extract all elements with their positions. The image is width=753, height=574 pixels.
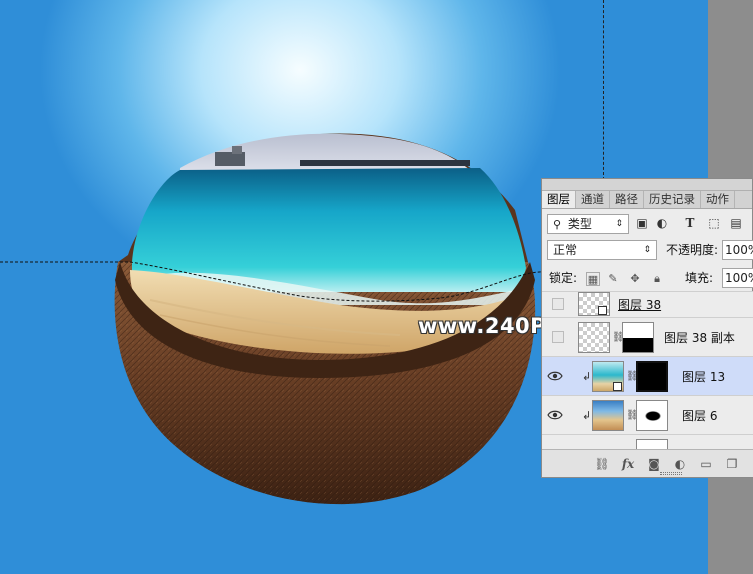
mask-link-icon[interactable]: ⛓ xyxy=(612,331,625,345)
add-mask-icon[interactable]: ◙ xyxy=(646,456,662,472)
layer-name[interactable]: 图层 6 xyxy=(682,407,717,424)
chevron-updown-icon: ⇕ xyxy=(643,245,651,255)
layer-mask-thumbnail[interactable] xyxy=(636,361,668,392)
adjustment-filter-icon[interactable]: ◐ xyxy=(654,213,670,233)
fill-label: 填充: xyxy=(685,271,714,285)
selection-marquee-vertical xyxy=(603,0,604,180)
lock-all-icon[interactable]: 🔒︎ xyxy=(650,272,664,286)
layer-thumbnail xyxy=(578,322,610,353)
layer-name[interactable]: 图层 38 xyxy=(618,296,661,313)
layer-thumbnail xyxy=(592,400,624,431)
layer-name[interactable]: 图层 38 副本 xyxy=(664,329,735,346)
panel-tabs: 图层 通道 路径 历史记录 动作 xyxy=(542,191,752,209)
blend-mode-value: 正常 xyxy=(553,243,578,257)
folder-icon[interactable]: ▭ xyxy=(698,456,714,472)
image-filter-icon[interactable]: ▣ xyxy=(634,213,650,233)
clipping-arrow-icon: ↲ xyxy=(582,409,592,422)
fx-icon[interactable]: fx xyxy=(620,456,636,472)
layer-row-partial[interactable] xyxy=(542,434,753,451)
mask-link-icon[interactable]: ⛓ xyxy=(626,370,639,384)
lock-transparent-icon[interactable]: ▦ xyxy=(586,272,600,286)
lock-label: 锁定: xyxy=(549,271,578,285)
panel-footer: ⛓ fx ◙ ◐ ▭ ❐ xyxy=(542,449,753,477)
visibility-toggle[interactable] xyxy=(552,298,564,310)
clipping-arrow-icon: ↲ xyxy=(582,370,592,383)
filter-kind-label: 类型 xyxy=(567,217,592,231)
blend-mode-select[interactable]: 正常 ⇕ xyxy=(547,240,657,260)
tab-actions[interactable]: 动作 xyxy=(701,191,735,208)
eye-icon[interactable] xyxy=(547,407,563,423)
layer-row[interactable]: 图层 38 xyxy=(542,291,753,317)
panel-grip[interactable] xyxy=(542,179,752,191)
tab-paths[interactable]: 路径 xyxy=(610,191,644,208)
layer-row-selected[interactable]: ↲ ⛓ 图层 13 xyxy=(542,356,753,395)
tab-channels[interactable]: 通道 xyxy=(576,191,610,208)
layers-panel: 图层 通道 路径 历史记录 动作 ⚲ 类型 ⇕ ▣ ◐ T ⬚ ▤ 正常 ⇕ 不… xyxy=(541,178,753,478)
eye-icon[interactable] xyxy=(547,368,563,384)
layer-row[interactable]: ⛓ 图层 38 副本 xyxy=(542,317,753,356)
opacity-label: 不透明度: xyxy=(666,243,719,257)
smart-object-icon xyxy=(598,306,607,315)
smart-object-icon xyxy=(613,382,622,391)
tab-history[interactable]: 历史记录 xyxy=(644,191,701,208)
smart-object-filter-icon[interactable]: ▤ xyxy=(728,213,744,233)
fill-input[interactable]: 100% xyxy=(722,268,753,288)
new-layer-icon[interactable]: ❐ xyxy=(724,456,740,472)
opacity-input[interactable]: 100% xyxy=(722,240,753,260)
visibility-toggle[interactable] xyxy=(552,331,564,343)
blend-row: 正常 ⇕ 不透明度: 100% xyxy=(542,239,753,261)
adjustment-layer-icon[interactable]: ◐ xyxy=(672,456,688,472)
layer-row[interactable]: ↲ ⛓ 图层 6 xyxy=(542,395,753,434)
lock-pixels-brush-icon[interactable]: ✎ xyxy=(606,272,620,286)
lock-position-move-icon[interactable]: ✥ xyxy=(628,272,642,286)
tab-layers[interactable]: 图层 xyxy=(542,191,576,208)
layer-mask-thumbnail[interactable] xyxy=(636,400,668,431)
resize-grip[interactable] xyxy=(660,472,682,475)
search-icon: ⚲ xyxy=(553,218,562,231)
lock-row: 锁定: ▦ ✎ ✥ 🔒︎ 填充: 100% xyxy=(542,267,753,289)
filter-kind-select[interactable]: ⚲ 类型 ⇕ xyxy=(547,214,629,234)
chevron-updown-icon: ⇕ xyxy=(615,219,623,229)
mask-link-icon[interactable]: ⛓ xyxy=(626,409,639,423)
layer-name[interactable]: 图层 13 xyxy=(682,368,725,385)
layer-mask-thumbnail[interactable] xyxy=(622,322,654,353)
shape-filter-icon[interactable]: ⬚ xyxy=(706,213,722,233)
filter-row: ⚲ 类型 ⇕ ▣ ◐ T ⬚ ▤ xyxy=(542,213,753,235)
link-layers-icon[interactable]: ⛓ xyxy=(594,456,610,472)
type-filter-icon[interactable]: T xyxy=(682,213,698,233)
